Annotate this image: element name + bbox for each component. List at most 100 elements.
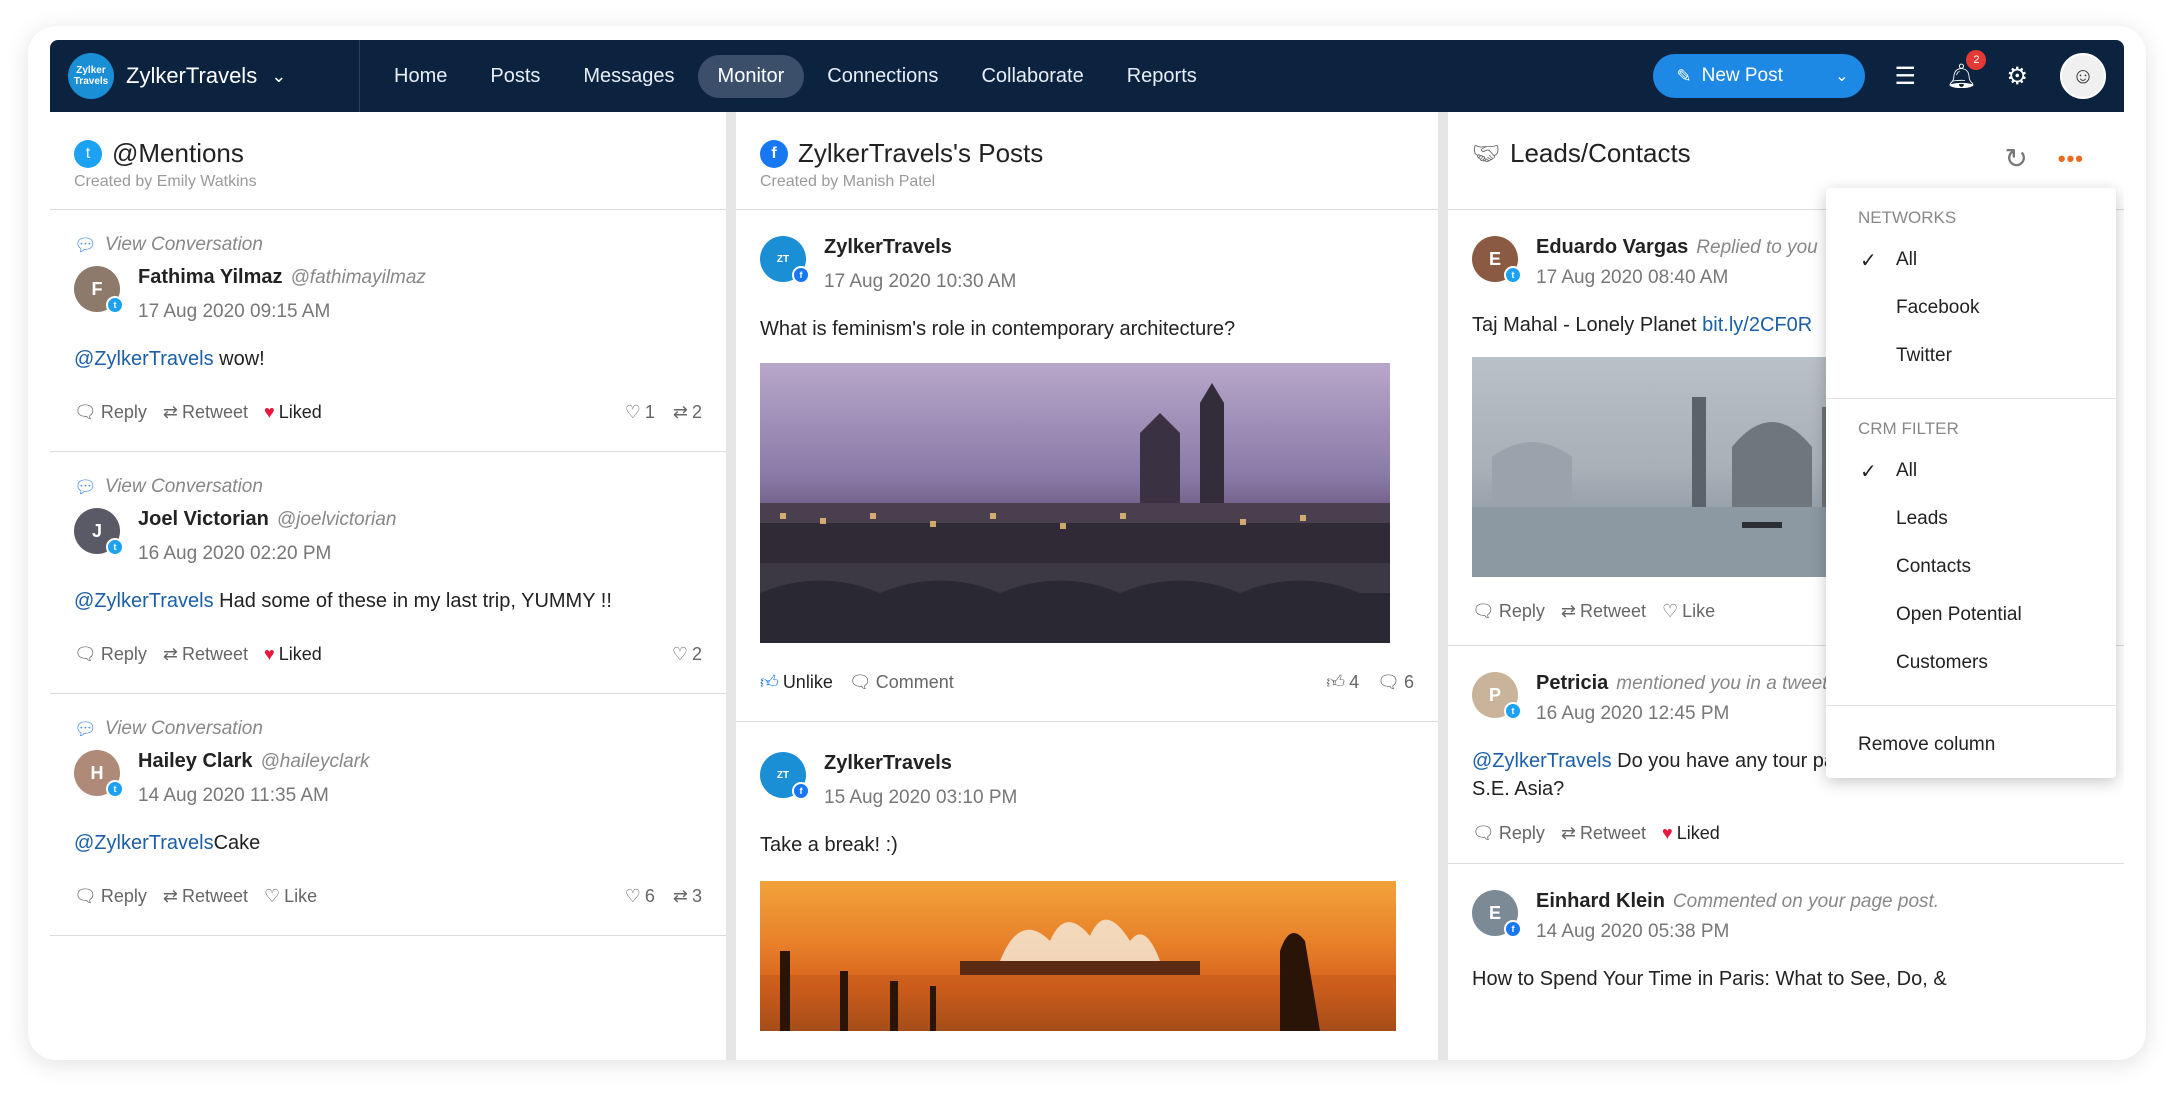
reply-button[interactable]: 🗨︎ Reply	[74, 402, 147, 423]
retweet-button[interactable]: ⇄ Retweet	[1561, 601, 1646, 622]
gear-icon[interactable]: ⚙	[2006, 62, 2028, 91]
avatar[interactable]: Jt	[74, 508, 124, 556]
post-time: 17 Aug 2020 09:15 AM	[138, 301, 331, 322]
like-button[interactable]: ♥ Liked	[264, 402, 322, 423]
view-conversation-link[interactable]: 💬︎ View Conversation	[74, 476, 702, 498]
nav-home[interactable]: Home	[374, 55, 467, 98]
user-avatar[interactable]: ☺	[2060, 53, 2106, 99]
author-name[interactable]: ZylkerTravels	[824, 236, 1016, 259]
post-image[interactable]	[760, 881, 1396, 1031]
nav-connections[interactable]: Connections	[807, 55, 958, 98]
avatar[interactable]: Ef	[1472, 890, 1522, 938]
bell-icon[interactable]: 🔔︎ 2	[1946, 49, 1987, 91]
heart-outline-icon: ♡	[624, 885, 641, 906]
column-title: @Mentions	[112, 138, 244, 168]
mention-link[interactable]: @ZylkerTravels	[74, 590, 214, 612]
author-handle: @haileyclark	[260, 751, 370, 772]
crm-option-contacts[interactable]: Contacts	[1826, 543, 2116, 591]
retweet-icon: ⇄	[672, 885, 688, 906]
post-image[interactable]	[1472, 357, 1872, 577]
retweet-count: ⇄ 2	[672, 401, 702, 422]
retweet-button[interactable]: ⇄ Retweet	[163, 644, 248, 665]
retweet-button[interactable]: ⇄ Retweet	[163, 402, 248, 423]
comment-button[interactable]: 🗨︎ Comment	[849, 672, 954, 693]
more-options-icon[interactable]: •••	[2058, 146, 2084, 172]
heart-outline-icon: ♡	[1662, 600, 1679, 621]
crm-option-open-potential[interactable]: Open Potential	[1826, 591, 2116, 639]
crm-option-leads[interactable]: Leads	[1826, 495, 2116, 543]
crm-option-all[interactable]: ✓ All	[1826, 447, 2116, 495]
column-header: t @Mentions Created by Emily Watkins	[50, 112, 726, 210]
author-name[interactable]: Hailey Clark	[138, 750, 253, 772]
reply-button[interactable]: 🗨︎ Reply	[1472, 823, 1545, 844]
post-actions: 🗨︎ Reply ⇄ Retweet ♡ Like ♡ 6 ⇄ 3	[74, 857, 702, 935]
crm-option-customers[interactable]: Customers	[1826, 639, 2116, 687]
thumbs-up-outline-icon: 👍︎	[1326, 672, 1346, 692]
heart-outline-icon: ♡	[624, 401, 641, 422]
post-link[interactable]: bit.ly/2CF0R	[1702, 314, 1812, 336]
twitter-icon: t	[106, 538, 124, 556]
heart-icon: ♥	[264, 643, 275, 664]
page-post: ZT f ZylkerTravels 15 Aug 2020 03:10 PM T…	[736, 722, 1438, 1031]
post-time: 17 Aug 2020 10:30 AM	[824, 271, 1017, 292]
column-creator: Created by Manish Patel	[760, 173, 936, 190]
chevron-down-icon[interactable]: ⌄	[1835, 66, 1848, 86]
refresh-icon[interactable]: ↻	[2004, 142, 2027, 175]
nav-monitor[interactable]: Monitor	[697, 54, 805, 98]
like-button[interactable]: ♥ Liked	[1662, 823, 1720, 844]
unlike-button[interactable]: 👍︎ Unlike	[760, 671, 833, 693]
mentions-column: t @Mentions Created by Emily Watkins 💬︎ Vi…	[50, 112, 726, 1060]
author-name[interactable]: Petricia	[1536, 672, 1608, 694]
lead-post: Ef Einhard Klein Commented on your page p…	[1448, 864, 2124, 993]
author-name[interactable]: ZylkerTravels	[824, 752, 1017, 775]
avatar[interactable]: Pt	[1472, 672, 1522, 720]
post-image[interactable]	[760, 363, 1390, 643]
view-conversation-link[interactable]: 💬︎ View Conversation	[74, 718, 702, 740]
post-text: Take a break! :)	[760, 834, 898, 856]
top-bar: Zylker Travels ZylkerTravels ⌄ Home Post…	[50, 40, 2124, 112]
like-button[interactable]: ♥ Liked	[264, 644, 322, 665]
post-time: 14 Aug 2020 05:38 PM	[1536, 921, 1730, 942]
heart-icon: ♥	[264, 401, 275, 422]
nav-messages[interactable]: Messages	[563, 55, 694, 98]
like-button[interactable]: ♡ Like	[264, 886, 317, 907]
author-name[interactable]: Eduardo Vargas	[1536, 236, 1688, 258]
retweet-icon: ⇄	[162, 401, 178, 422]
new-post-button[interactable]: ✎ New Post ⌄	[1652, 54, 1865, 98]
network-option-all[interactable]: ✓ All	[1826, 236, 2116, 284]
author-name[interactable]: Fathima Yilmaz	[138, 266, 283, 288]
mention-link[interactable]: @ZylkerTravels	[74, 348, 214, 370]
network-option-facebook[interactable]: Facebook	[1826, 284, 2116, 332]
thumbs-up-icon: 👍︎	[760, 672, 779, 692]
reply-button[interactable]: 🗨︎ Reply	[1472, 601, 1545, 622]
heart-icon: ♥	[1662, 822, 1673, 843]
retweet-icon: ⇄	[1560, 600, 1576, 621]
brand-switcher[interactable]: Zylker Travels ZylkerTravels ⌄	[50, 40, 360, 112]
view-conversation-link[interactable]: 💬︎ View Conversation	[74, 234, 702, 256]
retweet-icon: ⇄	[162, 885, 178, 906]
post-text: @ZylkerTravelsCake	[74, 832, 261, 854]
post-text: How to Spend Your Time in Paris: What to…	[1472, 968, 1947, 990]
network-option-twitter[interactable]: Twitter	[1826, 332, 2116, 380]
like-button[interactable]: ♡ Like	[1662, 601, 1715, 622]
reply-icon: 🗨︎	[74, 643, 97, 664]
avatar[interactable]: Et	[1472, 236, 1522, 284]
mention-link[interactable]: @ZylkerTravels	[1472, 750, 1612, 772]
nav-posts[interactable]: Posts	[470, 55, 560, 98]
avatar[interactable]: Ft	[74, 266, 124, 314]
avatar[interactable]: ZT f	[760, 236, 810, 284]
menu-icon[interactable]: ☰	[1895, 62, 1917, 91]
author-name[interactable]: Einhard Klein	[1536, 890, 1665, 912]
nav-reports[interactable]: Reports	[1107, 55, 1217, 98]
remove-column-option[interactable]: Remove column	[1826, 706, 2116, 756]
reply-button[interactable]: 🗨︎ Reply	[74, 644, 147, 665]
twitter-icon: t	[1504, 702, 1522, 720]
retweet-button[interactable]: ⇄ Retweet	[163, 886, 248, 907]
nav-collaborate[interactable]: Collaborate	[961, 55, 1103, 98]
mention-link[interactable]: @ZylkerTravels	[74, 832, 214, 854]
reply-button[interactable]: 🗨︎ Reply	[74, 886, 147, 907]
avatar[interactable]: ZT f	[760, 752, 810, 800]
avatar[interactable]: Ht	[74, 750, 124, 798]
retweet-button[interactable]: ⇄ Retweet	[1561, 823, 1646, 844]
author-name[interactable]: Joel Victorian	[138, 508, 269, 530]
